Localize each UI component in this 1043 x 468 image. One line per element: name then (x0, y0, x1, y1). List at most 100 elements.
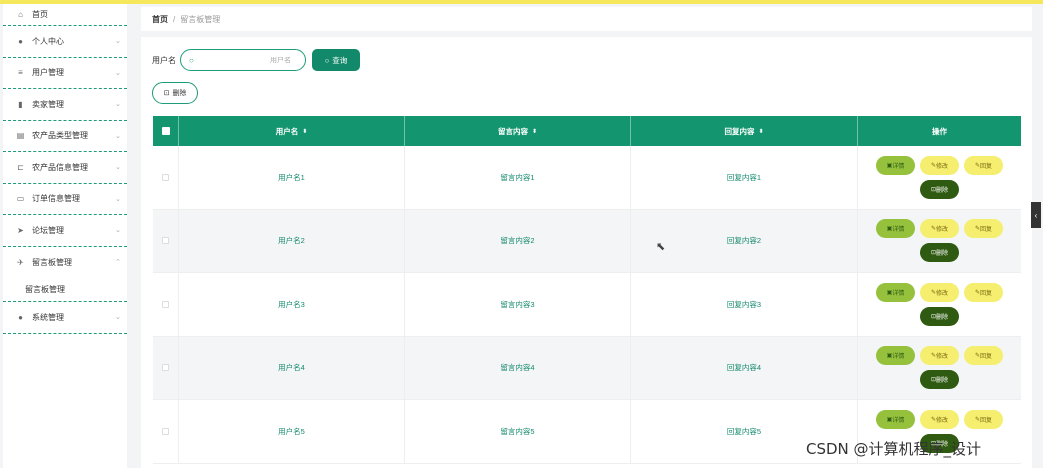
reply-button[interactable]: ✎ 回复 (964, 282, 1003, 302)
sidebar-item-user-management[interactable]: ≡ 用户管理 ⌄ (3, 58, 127, 89)
header-reply[interactable]: 回复内容 ⬍ (631, 116, 858, 146)
query-button[interactable]: ○ 查询 (312, 49, 360, 71)
header-checkbox-cell (153, 116, 179, 146)
batch-delete-label: 删除 (172, 90, 187, 97)
row-checkbox[interactable] (162, 173, 169, 181)
edit-label: 修改 (936, 354, 949, 361)
reply-label: 回复 (980, 290, 993, 297)
sidebar-item-personal-center[interactable]: ● 个人中心 ⌄ (3, 26, 127, 58)
cell-message: 留言内容4 (405, 336, 631, 399)
header-user[interactable]: 用户名 ⬍ (179, 116, 405, 146)
search-input[interactable] (197, 56, 297, 64)
edit-button[interactable]: ✎ 修改 (920, 409, 959, 429)
row-checkbox-cell (153, 146, 179, 209)
detail-button[interactable]: ▣ 详情 (876, 409, 915, 429)
edit-button[interactable]: ✎ 修改 (920, 282, 959, 302)
edit-label: 修改 (936, 290, 949, 297)
table-row: 用户名1 留言内容1 回复内容1 ▣ 详情 ✎ 修改 ✎ 回复 ⊡ 删除 (153, 146, 1021, 210)
reply-button[interactable]: ✎ 回复 (964, 219, 1003, 239)
reply-button[interactable]: ✎ 回复 (964, 346, 1003, 366)
sidebar-item-product-info[interactable]: ⊏ 农产品信息管理 ⌄ (3, 152, 127, 184)
row-checkbox[interactable] (162, 237, 169, 245)
header-reply-label: 回复内容 (724, 126, 755, 136)
detail-button[interactable]: ▣ 详情 (876, 155, 915, 175)
cell-user: 用户名4 (179, 336, 405, 399)
sidebar-item-label: 留言板管理 (32, 257, 72, 267)
sidebar-item-product-type[interactable]: ▤ 农产品类型管理 ⌄ (3, 121, 127, 152)
trash-icon: ⊡ (163, 90, 170, 97)
edit-label: 修改 (936, 227, 949, 234)
row-checkbox[interactable] (162, 300, 169, 308)
sidebar-subitem-message-board[interactable]: 留言板管理 (3, 278, 127, 302)
reply-label: 回复 (980, 354, 993, 361)
sort-icon: ⬍ (758, 128, 764, 135)
edit-button[interactable]: ✎ 修改 (920, 219, 959, 239)
chevron-down-icon: ⌄ (115, 314, 121, 322)
sidebar-item-message-board[interactable]: ✈ 留言板管理 ⌃ (3, 247, 127, 279)
sidebar-item-label: 卖家管理 (32, 99, 64, 109)
sidebar-item-order-info[interactable]: ▭ 订单信息管理 ⌄ (3, 184, 127, 215)
header-user-label: 用户名 (275, 126, 299, 136)
detail-button[interactable]: ▣ 详情 (876, 219, 915, 239)
edit-label: 修改 (936, 417, 949, 424)
detail-label: 详情 (892, 290, 905, 297)
chevron-down-icon: ⌄ (115, 195, 121, 203)
reply-button[interactable]: ✎ 回复 (964, 409, 1003, 429)
sidebar-item-forum[interactable]: ➤ 论坛管理 ⌄ (3, 215, 127, 247)
row-checkbox-cell (153, 336, 179, 399)
chevron-down-icon: ⌄ (115, 101, 121, 109)
delete-button[interactable]: ⊡ 删除 (920, 179, 959, 199)
header-message[interactable]: 留言内容 ⬍ (405, 116, 631, 146)
message-table: 用户名 ⬍ 留言内容 ⬍ 回复内容 ⬍ 操作 用户名1 留言内容1 回复内容1 … (153, 116, 1021, 464)
message-icon: ▭ (16, 194, 25, 204)
chevron-down-icon: ⌄ (115, 227, 121, 235)
cell-user: 用户名2 (179, 209, 405, 272)
delete-button[interactable]: ⊡ 删除 (920, 370, 959, 390)
sidebar-item-seller-management[interactable]: ▮ 卖家管理 ⌄ (3, 89, 127, 121)
table-header: 用户名 ⬍ 留言内容 ⬍ 回复内容 ⬍ 操作 (153, 116, 1021, 146)
detail-button[interactable]: ▣ 详情 (876, 346, 915, 366)
search-label: 用户名 (152, 55, 176, 65)
search-icon: ○ (189, 55, 194, 65)
query-button-label: 查询 (332, 55, 348, 65)
chevron-down-icon: ⌄ (115, 38, 121, 46)
sidebar-subitem-label: 留言板管理 (25, 285, 65, 294)
delete-button[interactable]: ⊡ 删除 (920, 243, 959, 263)
collapse-handle[interactable]: ‹ (1031, 202, 1041, 228)
cell-message: 留言内容2 (405, 209, 631, 272)
row-checkbox[interactable] (162, 364, 169, 372)
row-checkbox[interactable] (162, 427, 169, 435)
cell-ops: ▣ 详情 ✎ 修改 ✎ 回复 ⊡ 删除 (858, 210, 1021, 273)
search-row: 用户名 ○ ○ 查询 (152, 49, 360, 71)
detail-button[interactable]: ▣ 详情 (876, 282, 915, 302)
reply-label: 回复 (980, 163, 993, 170)
select-all-checkbox[interactable] (161, 127, 170, 135)
reply-button[interactable]: ✎ 回复 (964, 155, 1003, 175)
sidebar-item-system[interactable]: ● 系统管理 ⌄ (3, 302, 127, 334)
stack-icon: ▤ (16, 131, 25, 141)
header-ops-label: 操作 (932, 126, 947, 136)
plane-icon: ✈ (17, 257, 24, 267)
edit-button[interactable]: ✎ 修改 (920, 346, 959, 366)
list-icon: ≡ (18, 68, 23, 78)
sidebar-item-label: 订单信息管理 (32, 194, 80, 204)
cell-user: 用户名1 (179, 146, 405, 209)
edit-button[interactable]: ✎ 修改 (920, 155, 959, 175)
cell-ops: ▣ 详情 ✎ 修改 ✎ 回复 ⊡ 删除 (858, 146, 1021, 209)
sidebar-item-label: 首页 (32, 10, 48, 19)
search-box: ○ (180, 49, 306, 71)
delete-button[interactable]: ⊡ 删除 (920, 306, 959, 326)
breadcrumb-home[interactable]: 首页 (152, 14, 168, 25)
table-row: 用户名4 留言内容4 回复内容4 ▣ 详情 ✎ 修改 ✎ 回复 ⊡ 删除 (153, 336, 1021, 400)
cell-reply: 回复内容4 (631, 336, 858, 399)
batch-delete-button[interactable]: ⊡ 删除 (152, 82, 198, 104)
detail-label: 详情 (892, 163, 905, 170)
sidebar-item-home[interactable]: ⌂ 首页 (3, 4, 127, 26)
header-ops: 操作 (858, 116, 1021, 146)
user-icon: ● (18, 36, 23, 46)
sidebar-item-label: 论坛管理 (32, 225, 64, 235)
detail-label: 详情 (892, 227, 905, 234)
cell-user: 用户名3 (179, 273, 405, 336)
cell-ops: ▣ 详情 ✎ 修改 ✎ 回复 ⊡ 删除 (858, 273, 1021, 336)
delete-label: 删除 (936, 251, 949, 258)
